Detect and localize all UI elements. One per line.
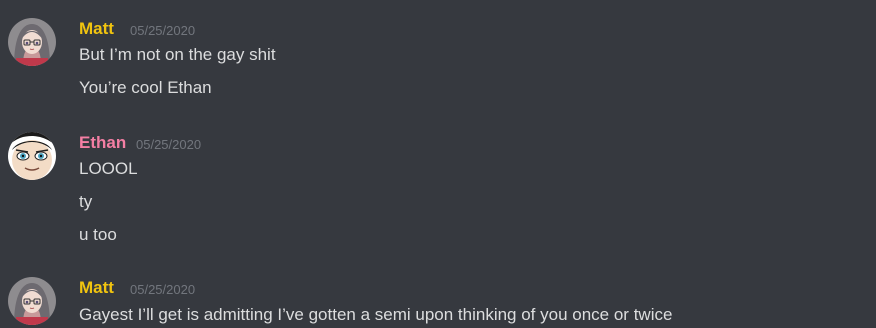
timestamp: 05/25/2020 xyxy=(136,137,202,152)
author-name[interactable]: Matt xyxy=(79,277,114,299)
cartoon-face-avatar-icon xyxy=(8,132,56,180)
message-text: Gayest I’ll get is admitting I’ve gotten… xyxy=(79,305,673,324)
message-list: Matt 05/25/2020 But I’m not on the gay s… xyxy=(0,0,876,328)
message-text: But I’m not on the gay shit xyxy=(79,45,276,64)
message-text: You’re cool Ethan xyxy=(79,78,212,97)
message-text: LOOOL xyxy=(79,159,138,178)
anime-girl-avatar-icon xyxy=(8,277,56,325)
author-name[interactable]: Ethan xyxy=(79,132,126,154)
avatar[interactable] xyxy=(8,277,56,325)
avatar[interactable] xyxy=(8,18,56,66)
timestamp: 05/25/2020 xyxy=(130,282,196,297)
timestamp: 05/25/2020 xyxy=(130,23,196,38)
message-text: u too xyxy=(79,225,117,244)
author-name[interactable]: Matt xyxy=(79,18,114,40)
anime-girl-avatar-icon xyxy=(8,18,56,66)
message-text: ty xyxy=(79,192,93,211)
avatar[interactable] xyxy=(8,132,56,180)
